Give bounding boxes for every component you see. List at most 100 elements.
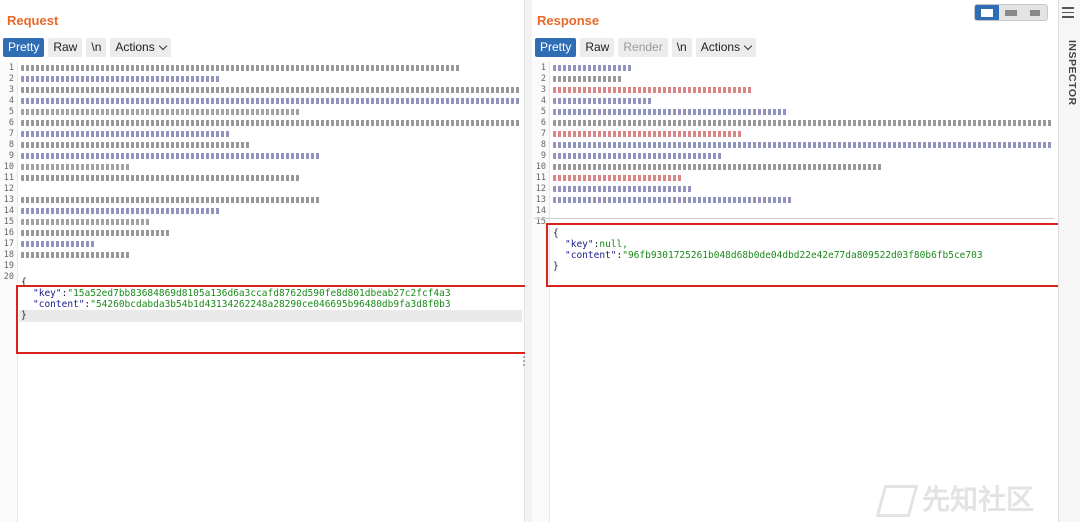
redacted-bar — [21, 87, 521, 93]
response-actions-menu[interactable]: Actions — [695, 38, 757, 57]
line-number: 11 — [535, 173, 546, 183]
obscured-header-text — [21, 107, 301, 118]
redacted-bar — [21, 252, 131, 258]
code-line: 3 — [0, 85, 524, 96]
line-number: 6 — [540, 118, 546, 128]
line-number: 12 — [535, 184, 546, 194]
response-tab-render[interactable]: Render — [618, 38, 668, 57]
line-number: 18 — [3, 250, 14, 260]
redacted-bar — [21, 153, 321, 159]
response-body-highlight-box — [546, 223, 1064, 287]
request-tab-raw[interactable]: Raw — [48, 38, 83, 57]
code-line: 20 — [0, 272, 524, 283]
code-line: 6 — [532, 118, 1057, 129]
watermark-mark-icon — [875, 485, 919, 517]
hamburger-menu-icon[interactable] — [1062, 7, 1074, 21]
redacted-bar — [553, 87, 753, 93]
response-editor[interactable]: 1 2 3 4 5 6 7 8 9 10 11 12 13 14 15{"key":null, "conten… — [532, 61, 1057, 522]
obscured-header-text — [553, 85, 753, 96]
response-tab-raw[interactable]: Raw — [580, 38, 615, 57]
obscured-header-text — [21, 151, 321, 162]
redacted-bar — [553, 131, 743, 137]
line-number: 17 — [3, 239, 14, 249]
line-number: 2 — [8, 74, 14, 84]
layout-horizontal-icon[interactable] — [999, 5, 1023, 20]
line-number: 12 — [3, 184, 14, 194]
line-number: 5 — [8, 107, 14, 117]
response-tab-newline[interactable]: \n — [671, 38, 692, 57]
line-number: 3 — [540, 85, 546, 95]
request-tab-newline[interactable]: \n — [86, 38, 107, 57]
redacted-bar — [21, 197, 321, 203]
redacted-bar — [553, 120, 1053, 126]
redacted-bar — [553, 98, 653, 104]
code-line: 15 — [0, 217, 524, 228]
line-number: 14 — [535, 206, 546, 216]
redacted-bar — [21, 65, 461, 71]
obscured-header-text — [553, 107, 788, 118]
obscured-header-text — [21, 63, 461, 74]
line-number: 20 — [3, 272, 14, 282]
inspector-label[interactable]: INSPECTOR — [1060, 40, 1078, 120]
code-line: 5 — [0, 107, 524, 118]
code-line: 17 — [0, 239, 524, 250]
obscured-header-text — [553, 129, 743, 140]
chevron-down-icon — [158, 41, 167, 51]
code-line: 9 — [0, 151, 524, 162]
obscured-header-text — [553, 151, 723, 162]
obscured-header-text — [553, 140, 1053, 151]
code-line: 4 — [0, 96, 524, 107]
request-pane: Request Pretty Raw \n Actions 1234567891… — [0, 0, 532, 522]
line-number: 19 — [3, 261, 14, 271]
layout-single-icon[interactable] — [1023, 5, 1047, 20]
response-actions-label: Actions — [700, 40, 741, 54]
code-line: 14 — [0, 206, 524, 217]
response-tab-pretty[interactable]: Pretty — [535, 38, 577, 57]
obscured-header-text — [553, 195, 793, 206]
obscured-header-text — [21, 162, 131, 173]
redacted-bar — [21, 230, 171, 236]
line-number: 7 — [8, 129, 14, 139]
obscured-header-text — [553, 173, 683, 184]
redacted-bar — [21, 98, 521, 104]
code-line: 1 — [532, 63, 1057, 74]
code-line: 11 — [0, 173, 524, 184]
obscured-header-text — [553, 74, 623, 85]
redacted-bar — [553, 153, 723, 159]
code-line: 13 — [532, 195, 1057, 206]
pane-splitter[interactable] — [525, 0, 532, 522]
request-body-highlight-box — [16, 285, 532, 354]
code-line: 12 — [532, 184, 1057, 195]
line-number: 14 — [3, 206, 14, 216]
redacted-bar — [21, 208, 221, 214]
obscured-header-text — [553, 184, 693, 195]
redacted-bar — [553, 175, 683, 181]
code-line: 2 — [532, 74, 1057, 85]
obscured-header-text — [553, 96, 653, 107]
obscured-header-text — [21, 173, 301, 184]
code-line: 8 — [0, 140, 524, 151]
obscured-header-text — [21, 239, 96, 250]
layout-toggle-group — [974, 4, 1048, 21]
redacted-bar — [21, 175, 301, 181]
code-line: 5 — [532, 107, 1057, 118]
redacted-bar — [21, 219, 151, 225]
code-line: 18 — [0, 250, 524, 261]
line-number: 13 — [3, 195, 14, 205]
request-tab-pretty[interactable]: Pretty — [3, 38, 45, 57]
line-number: 1 — [8, 63, 14, 73]
obscured-header-text — [21, 195, 321, 206]
code-line: 2 — [0, 74, 524, 85]
code-line: 8 — [532, 140, 1057, 151]
code-line: 11 — [532, 173, 1057, 184]
line-number: 7 — [540, 129, 546, 139]
watermark-text: 先知社区 — [922, 483, 1035, 516]
line-number: 13 — [535, 195, 546, 205]
layout-split-icon[interactable] — [975, 5, 999, 20]
obscured-header-text — [21, 74, 221, 85]
redacted-bar — [553, 76, 623, 82]
obscured-header-text — [553, 63, 633, 74]
obscured-header-text — [21, 140, 251, 151]
obscured-header-text — [553, 162, 883, 173]
request-actions-menu[interactable]: Actions — [110, 38, 171, 57]
